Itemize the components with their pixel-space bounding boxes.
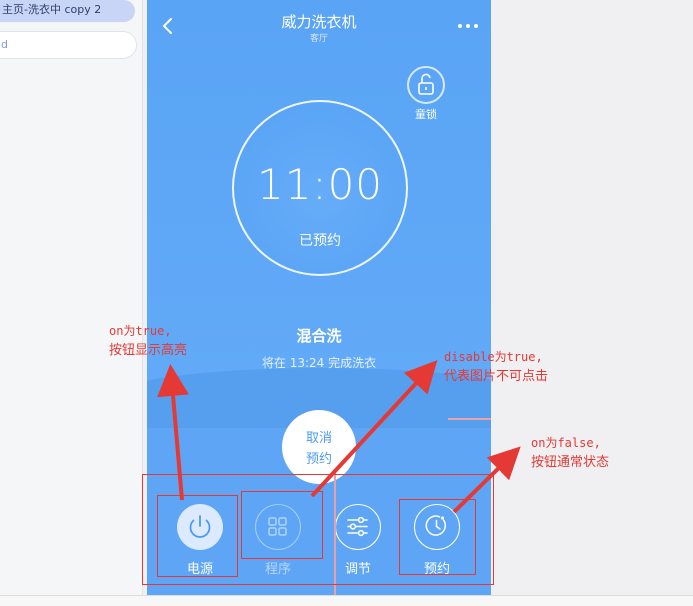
arrow-disable-true: [310, 360, 438, 498]
annotation-arrows: [157, 360, 521, 514]
arrow-on-false: [452, 446, 521, 514]
arrow-on-true: [157, 364, 189, 501]
